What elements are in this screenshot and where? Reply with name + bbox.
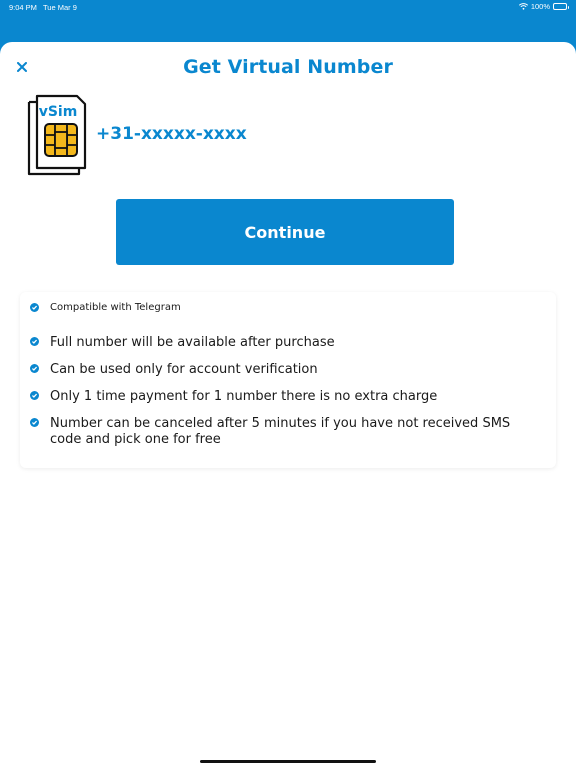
status-time: 9:04 PM xyxy=(9,3,37,12)
check-circle-icon xyxy=(30,364,39,373)
feature-item: Only 1 time payment for 1 number there i… xyxy=(30,389,540,405)
phone-number: +31-xxxxx-xxxx xyxy=(96,124,247,144)
status-date: Tue Mar 9 xyxy=(43,3,77,12)
home-indicator[interactable] xyxy=(200,760,376,763)
feature-text: Compatible with Telegram xyxy=(50,302,181,313)
check-circle-icon xyxy=(30,418,39,427)
features-card: Compatible with Telegram Full number wil… xyxy=(20,292,556,468)
feature-item: Number can be canceled after 5 minutes i… xyxy=(30,416,540,448)
feature-text: Only 1 time payment for 1 number there i… xyxy=(50,389,438,404)
battery-icon xyxy=(553,3,569,10)
feature-text: Full number will be available after purc… xyxy=(50,335,335,350)
feature-item: Full number will be available after purc… xyxy=(30,335,540,351)
check-circle-icon xyxy=(30,337,39,346)
feature-item: Can be used only for account verificatio… xyxy=(30,362,540,378)
feature-text: Can be used only for account verificatio… xyxy=(50,362,318,377)
sim-card-icon: vSim xyxy=(27,94,87,176)
feature-item: Compatible with Telegram xyxy=(30,301,540,314)
check-circle-icon xyxy=(30,391,39,400)
status-bar: 9:04 PM Tue Mar 9 100% xyxy=(0,0,576,16)
page-title: Get Virtual Number xyxy=(183,56,393,78)
wifi-icon xyxy=(518,3,528,10)
feature-text: Number can be canceled after 5 minutes i… xyxy=(50,416,511,447)
virtual-number-sheet: Get Virtual Number vSim +31-xxxxx-xxxx C… xyxy=(0,42,576,768)
status-indicators: 100% xyxy=(518,2,569,11)
battery-percent: 100% xyxy=(530,2,550,11)
check-circle-icon xyxy=(30,303,39,312)
continue-button[interactable]: Continue xyxy=(116,199,454,265)
sim-label: vSim xyxy=(39,104,78,120)
